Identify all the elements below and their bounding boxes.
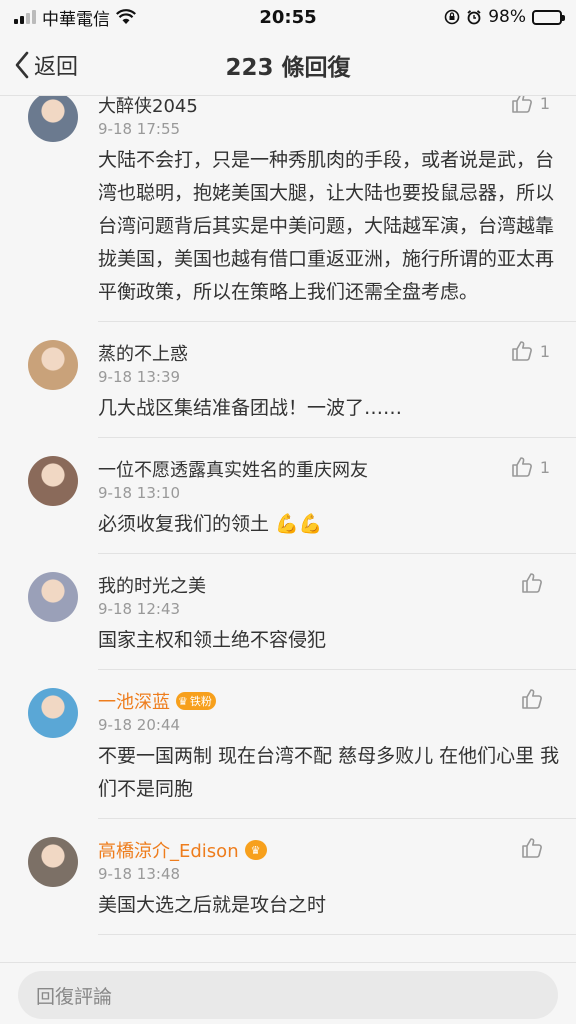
comment-list[interactable]: 大醉侠2045 9-18 17:55 大陆不会打，只是一种秀肌肉的手段，或者说是… [0, 96, 576, 962]
commenter-name[interactable]: 大醉侠2045 [98, 96, 560, 118]
avatar[interactable] [28, 96, 78, 142]
comment-body: 一位不愿透露真实姓名的重庆网友 9-18 13:10 必须收复我们的领土 💪💪 [98, 456, 576, 554]
comment-body: 蒸的不上惑 9-18 13:39 几大战区集结准备团战！一波了…… [98, 340, 576, 438]
signal-icon [14, 10, 36, 24]
crown-icon: ♛ [178, 694, 188, 708]
carrier-label: 中華電信 [42, 9, 110, 30]
comment-text: 美国大选之后就是攻台之时 [98, 894, 327, 916]
status-bar: 中華電信 20:55 98% [0, 0, 576, 34]
commenter-name-text: 我的时光之美 [98, 576, 206, 597]
commenter-name-text: 一池深蓝 [98, 692, 170, 713]
status-left: 中華電信 [14, 5, 136, 30]
like-count: 1 [539, 457, 550, 477]
comment-text: 几大战区集结准备团战！一波了…… [98, 397, 403, 419]
thumbs-up-icon [522, 573, 542, 593]
fan-badge: ♛ 铁粉 [176, 692, 216, 710]
comment-text: 不要一国两制 现在台湾不配 慈母多败儿 在他们心里 我们不是同胞 [98, 745, 560, 800]
commenter-name-text: 一位不愿透露真实姓名的重庆网友 [98, 460, 368, 481]
comment-time: 9-18 17:55 [98, 120, 181, 138]
thumbs-up-icon [512, 457, 532, 477]
chevron-left-icon [15, 51, 29, 79]
reply-input[interactable]: 回復評論 [18, 971, 558, 1019]
comment-item[interactable]: 大醉侠2045 9-18 17:55 大陆不会打，只是一种秀肌肉的手段，或者说是… [0, 96, 576, 322]
commenter-name[interactable]: 一位不愿透露真实姓名的重庆网友 [98, 456, 560, 482]
commenter-name[interactable]: 一池深蓝 ♛ 铁粉 [98, 688, 560, 714]
comment-item[interactable]: 高橋涼介_Edison ♛ 9-18 13:48 美国大选之后就是攻台之时 [0, 819, 576, 935]
alarm-icon [467, 10, 481, 25]
comment-time: 9-18 20:44 [98, 716, 181, 734]
comment-body: 一池深蓝 ♛ 铁粉 9-18 20:44 不要一国两制 现在台湾不配 慈母多败儿 … [98, 688, 576, 819]
avatar[interactable] [28, 340, 78, 390]
comment-item[interactable]: 我的时光之美 9-18 12:43 国家主权和领土绝不容侵犯 [0, 554, 576, 670]
comment-time: 9-18 13:10 [98, 484, 181, 502]
thumbs-up-icon [512, 96, 532, 113]
commenter-name[interactable]: 高橋涼介_Edison ♛ [98, 837, 560, 863]
battery-icon [532, 9, 565, 25]
battery-percent: 98% [488, 7, 526, 27]
comment-body: 大醉侠2045 9-18 17:55 大陆不会打，只是一种秀肌肉的手段，或者说是… [98, 96, 576, 322]
comment-item[interactable]: 一池深蓝 ♛ 铁粉 9-18 20:44 不要一国两制 现在台湾不配 慈母多败儿 … [0, 670, 576, 819]
thumbs-up-icon [522, 838, 542, 858]
back-button[interactable]: 返回 [14, 34, 78, 96]
commenter-name-text: 高橋涼介_Edison [98, 841, 239, 862]
like-count: 1 [539, 96, 550, 113]
status-right: 98% [444, 7, 565, 27]
avatar[interactable] [28, 572, 78, 622]
comment-text: 国家主权和领土绝不容侵犯 [98, 629, 327, 651]
like-button[interactable]: 1 [511, 340, 550, 362]
like-button[interactable]: 1 [511, 96, 550, 114]
rotation-lock-icon [444, 9, 460, 25]
like-button[interactable] [521, 688, 550, 710]
avatar[interactable] [28, 837, 78, 887]
thumbs-up-icon [522, 689, 542, 709]
commenter-name[interactable]: 蒸的不上惑 [98, 340, 560, 366]
like-button[interactable]: 1 [511, 456, 550, 478]
wifi-icon [116, 9, 136, 24]
comment-text: 必须收复我们的领土 💪💪 [98, 513, 323, 535]
back-label: 返回 [34, 55, 79, 80]
reply-placeholder: 回復評論 [36, 985, 113, 1008]
commenter-name-text: 大醉侠2045 [98, 96, 198, 117]
comment-item[interactable]: 蒸的不上惑 9-18 13:39 几大战区集结准备团战！一波了…… 1 [0, 322, 576, 438]
comment-time: 9-18 13:39 [98, 368, 181, 386]
comment-time: 9-18 13:48 [98, 865, 181, 883]
nav-bar: 返回 223 條回復 [0, 34, 576, 96]
like-button[interactable] [521, 837, 550, 859]
fan-badge-label: 铁粉 [189, 695, 212, 708]
like-count: 1 [539, 341, 550, 361]
crown-icon: ♛ [244, 840, 267, 860]
reply-bar: 回復評論 [0, 962, 576, 1024]
comment-text: 大陆不会打，只是一种秀肌肉的手段，或者说是武，台湾也聪明，抱姥美国大腿，让大陆也… [98, 149, 555, 303]
like-button[interactable] [521, 572, 550, 594]
page-title: 223 條回復 [225, 54, 351, 81]
commenter-name-text: 蒸的不上惑 [98, 344, 188, 365]
commenter-name[interactable]: 我的时光之美 [98, 572, 560, 598]
comment-time: 9-18 12:43 [98, 600, 181, 618]
comment-body: 高橋涼介_Edison ♛ 9-18 13:48 美国大选之后就是攻台之时 [98, 837, 576, 935]
avatar[interactable] [28, 688, 78, 738]
comment-body: 我的时光之美 9-18 12:43 国家主权和领土绝不容侵犯 [98, 572, 576, 670]
comment-item[interactable]: 一位不愿透露真实姓名的重庆网友 9-18 13:10 必须收复我们的领土 💪💪 … [0, 438, 576, 554]
avatar[interactable] [28, 456, 78, 506]
thumbs-up-icon [512, 341, 532, 361]
